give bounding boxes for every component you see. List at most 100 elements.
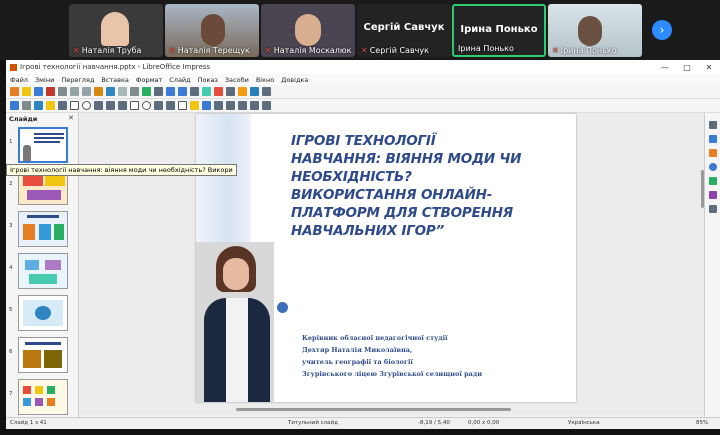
animation-icon[interactable] <box>709 149 717 157</box>
menu-tools[interactable]: Засоби <box>225 76 249 84</box>
menu-slide[interactable]: Слайд <box>169 76 190 84</box>
print-icon[interactable] <box>58 87 67 96</box>
menu-edit[interactable]: Зміни <box>35 76 54 84</box>
menu-insert[interactable]: Вставка <box>101 76 129 84</box>
gallery-icon[interactable] <box>709 191 717 199</box>
participant-tile-4[interactable]: Сергій Савчук ✕ Сергій Савчук <box>357 4 451 57</box>
participant-tile-active[interactable]: Ірина Понько Ірина Понько <box>452 4 546 57</box>
participant-tile-6[interactable]: ✕ Ірина Понько <box>548 4 642 57</box>
arrange-icon[interactable] <box>238 101 247 110</box>
slides-panel: Слайди ✕ 1 2 3 4 5 6 7 <box>6 113 79 425</box>
slide-thumb-3[interactable] <box>18 211 68 247</box>
participant-name: Ірина Понько <box>458 44 514 53</box>
basic-shapes-icon[interactable] <box>130 101 139 110</box>
close-button[interactable]: ✕ <box>698 63 720 72</box>
save-icon[interactable] <box>34 87 43 96</box>
connector-icon[interactable] <box>118 101 127 110</box>
slide-thumb-6[interactable] <box>18 337 68 373</box>
muted-mic-icon: ✕ <box>169 46 176 55</box>
3d-objects-icon[interactable] <box>202 101 211 110</box>
next-participants-button[interactable]: › <box>652 20 672 40</box>
curve-icon[interactable] <box>106 101 115 110</box>
chart-icon[interactable] <box>214 87 223 96</box>
open-icon[interactable] <box>22 87 31 96</box>
author-line: Керівник обласної педагогічної студії <box>302 334 448 342</box>
redo-icon[interactable] <box>118 87 127 96</box>
slide-layout-icon[interactable] <box>262 87 271 96</box>
ellipse-icon[interactable] <box>82 101 91 110</box>
sidebar-deck <box>704 113 720 425</box>
menu-show[interactable]: Показ <box>198 76 218 84</box>
slide-title-line: НАВЧАЛЬНИХ ІГОР” <box>291 223 445 239</box>
align-icon[interactable] <box>226 101 235 110</box>
status-position: -8,19 / 5,40 <box>418 420 450 426</box>
find-icon[interactable] <box>130 87 139 96</box>
menu-help[interactable]: Довідка <box>281 76 308 84</box>
slide-title[interactable]: ІГРОВІ ТЕХНОЛОГІЇ НАВЧАННЯ: ВІЯННЯ МОДИ … <box>291 132 561 240</box>
cut-icon[interactable] <box>70 87 79 96</box>
zoom-icon[interactable] <box>22 101 31 110</box>
participant-name-large: Ірина Понько <box>460 24 538 35</box>
presenter-face <box>223 258 249 290</box>
hyperlink-icon[interactable] <box>250 87 259 96</box>
menu-view[interactable]: Перегляд <box>61 76 94 84</box>
master-slides-icon[interactable] <box>709 163 717 171</box>
maximize-button[interactable]: □ <box>676 63 698 72</box>
window-titlebar: Ігрові технології навчання.pptx - LibreO… <box>6 60 720 74</box>
new-icon[interactable] <box>10 87 19 96</box>
start-show-icon[interactable] <box>178 87 187 96</box>
participant-tile-3[interactable]: ✕ Наталія Москалюк <box>261 4 355 57</box>
slide-thumb-1[interactable] <box>18 127 68 163</box>
shadow-icon[interactable] <box>250 101 259 110</box>
undo-icon[interactable] <box>106 87 115 96</box>
arrow-icon[interactable] <box>94 101 103 110</box>
horizontal-scrollbar[interactable] <box>236 408 511 411</box>
slide-thumb-5[interactable] <box>18 295 68 331</box>
export-pdf-icon[interactable] <box>46 87 55 96</box>
slide-title-line: ВИКОРИСТАННЯ ОНЛАЙН- <box>291 187 493 203</box>
stars-icon[interactable] <box>190 101 199 110</box>
navigator-icon[interactable] <box>709 205 717 213</box>
crop-icon[interactable] <box>262 101 271 110</box>
select-icon[interactable] <box>10 101 19 110</box>
grid-icon[interactable] <box>154 87 163 96</box>
line-color-icon[interactable] <box>34 101 43 110</box>
window-title: Ігрові технології навчання.pptx - LibreO… <box>20 63 211 71</box>
menu-window[interactable]: Вікно <box>256 76 274 84</box>
flowchart-icon[interactable] <box>166 101 175 110</box>
slide-transition-icon[interactable] <box>709 135 717 143</box>
block-arrows-icon[interactable] <box>154 101 163 110</box>
paste-icon[interactable] <box>94 87 103 96</box>
fontwork-icon[interactable] <box>238 87 247 96</box>
textbox-icon[interactable] <box>226 87 235 96</box>
status-size: 0,00 x 0,00 <box>468 420 500 426</box>
current-slide[interactable]: ІГРОВІ ТЕХНОЛОГІЇ НАВЧАННЯ: ВІЯННЯ МОДИ … <box>196 114 576 402</box>
rotate-icon[interactable] <box>214 101 223 110</box>
participant-tile-2[interactable]: ✕ Наталія Терещук <box>165 4 259 57</box>
slide-thumb-4[interactable] <box>18 253 68 289</box>
close-icon[interactable]: ✕ <box>68 114 74 122</box>
copy-icon[interactable] <box>82 87 91 96</box>
spelling-icon[interactable] <box>142 87 151 96</box>
display-views-icon[interactable] <box>166 87 175 96</box>
status-zoom[interactable]: 85% <box>696 420 708 426</box>
fill-color-icon[interactable] <box>46 101 55 110</box>
presenter-blouse <box>226 298 248 402</box>
rectangle-icon[interactable] <box>70 101 79 110</box>
properties-icon[interactable] <box>709 121 717 129</box>
symbol-shapes-icon[interactable] <box>142 101 151 110</box>
line-icon[interactable] <box>58 101 67 110</box>
menu-file[interactable]: Файл <box>10 76 28 84</box>
participant-tile-1[interactable]: ✕ Наталія Труба <box>69 4 163 57</box>
image-icon[interactable] <box>202 87 211 96</box>
menu-format[interactable]: Формат <box>136 76 162 84</box>
slide-title-line: НАВЧАННЯ: ВІЯННЯ МОДИ ЧИ <box>291 151 522 167</box>
thumb-number: 5 <box>9 307 13 313</box>
slide-author-info[interactable]: Керівник обласної педагогічної студії Де… <box>302 332 482 380</box>
styles-icon[interactable] <box>709 177 717 185</box>
table-icon[interactable] <box>190 87 199 96</box>
minimize-button[interactable]: — <box>654 63 676 72</box>
drawing-toolbar <box>6 99 720 113</box>
callouts-icon[interactable] <box>178 101 187 110</box>
slide-thumb-7[interactable] <box>18 379 68 415</box>
